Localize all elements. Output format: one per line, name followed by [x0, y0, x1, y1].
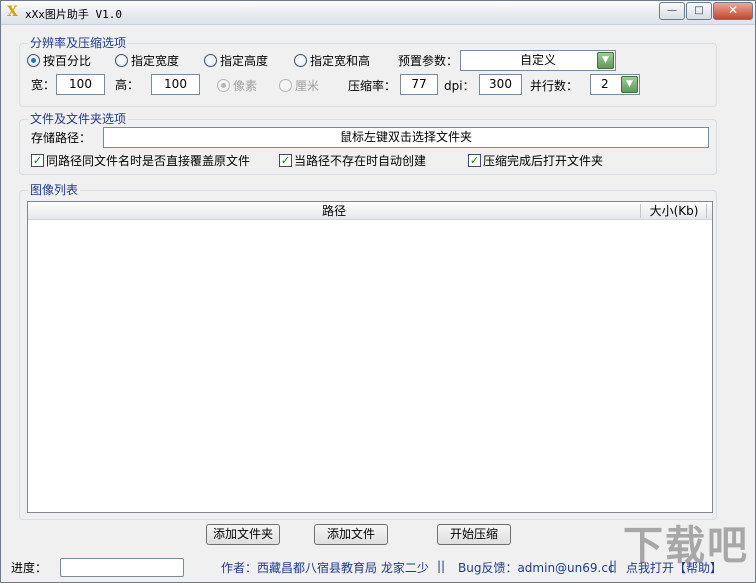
bug-report-link[interactable]: Bug反馈：admin@un69.cc: [458, 559, 615, 576]
listview-header: 路径 大小(Kb): [28, 202, 712, 220]
save-path-input[interactable]: 鼠标左键双击选择文件夹: [103, 127, 709, 148]
radio-width-height-dot: [294, 54, 307, 67]
column-header-path[interactable]: 路径: [28, 202, 640, 220]
radio-unit-pixel-dot: [217, 79, 230, 92]
checkmark-icon: ✓: [279, 154, 292, 167]
minimize-button[interactable]: —: [659, 2, 685, 20]
parallel-value: 2: [601, 77, 609, 91]
checkmark-icon: ✓: [468, 154, 481, 167]
compression-label: 压缩率：: [348, 79, 397, 93]
radio-unit-cm-dot: [279, 79, 292, 92]
radio-height[interactable]: 指定高度: [204, 54, 268, 68]
preset-label: 预置参数：: [398, 54, 459, 68]
compression-input[interactable]: 77: [400, 74, 438, 95]
progress-bar: [60, 558, 184, 577]
radio-unit-pixel-label: 像素: [233, 79, 258, 93]
radio-unit-cm[interactable]: 厘米: [279, 79, 319, 93]
radio-percent[interactable]: 按百分比: [27, 54, 91, 68]
radio-height-dot: [204, 54, 217, 67]
preset-value: 自定义: [519, 53, 556, 67]
radio-width-label: 指定宽度: [131, 54, 180, 68]
close-button[interactable]: ✕: [713, 2, 753, 20]
height-label: 高：: [115, 78, 140, 92]
parallel-select[interactable]: 2 ▼: [590, 74, 640, 95]
radio-unit-cm-label: 厘米: [295, 79, 320, 93]
add-folder-button[interactable]: 添加文件夹: [206, 524, 280, 545]
radio-width-height[interactable]: 指定宽和高: [294, 54, 370, 68]
dpi-input[interactable]: 300: [479, 74, 522, 95]
auto-create-label: 当路径不存在时自动创建: [294, 154, 427, 168]
height-input[interactable]: 100: [151, 74, 200, 95]
radio-percent-dot: [27, 54, 40, 67]
chevron-down-icon[interactable]: ▼: [621, 76, 638, 93]
radio-width[interactable]: 指定宽度: [115, 54, 179, 68]
dpi-label: dpi：: [444, 79, 475, 93]
watermark-logo: 下载吧: [623, 523, 749, 569]
radio-percent-label: 按百分比: [43, 54, 92, 68]
footer-separator: ||: [437, 559, 446, 573]
radio-width-dot: [115, 54, 128, 67]
author-text: 作者：西藏昌都八宿县教育局 龙家二少: [221, 561, 429, 575]
add-file-button[interactable]: 添加文件: [314, 524, 388, 545]
image-listview[interactable]: 路径 大小(Kb): [27, 201, 713, 513]
parallel-label: 并行数：: [530, 79, 579, 93]
radio-unit-pixel[interactable]: 像素: [217, 79, 257, 93]
start-compress-button[interactable]: 开始压缩: [437, 524, 511, 545]
image-list-legend: 图像列表: [28, 183, 81, 197]
width-label: 宽：: [31, 78, 56, 92]
folder-group-legend: 文件及文件夹选项: [28, 112, 129, 126]
app-logo-icon: X: [7, 4, 18, 20]
chevron-down-icon[interactable]: ▼: [597, 52, 614, 69]
column-divider[interactable]: [706, 204, 707, 218]
overwrite-label: 同路径同文件名时是否直接覆盖原文件: [46, 154, 251, 168]
radio-width-height-label: 指定宽和高: [310, 54, 371, 68]
resolution-group-legend: 分辨率及压缩选项: [28, 36, 129, 50]
column-header-size[interactable]: 大小(Kb): [642, 202, 706, 220]
column-divider[interactable]: [640, 204, 641, 218]
preset-select[interactable]: 自定义 ▼: [460, 50, 616, 71]
window-title: xXx图片助手 V1.0: [25, 8, 122, 21]
checkmark-icon: ✓: [31, 154, 44, 167]
radio-height-label: 指定高度: [220, 54, 269, 68]
width-input[interactable]: 100: [56, 74, 105, 95]
auto-create-checkbox[interactable]: ✓ 当路径不存在时自动创建: [279, 154, 426, 168]
maximize-button[interactable]: □: [686, 2, 712, 20]
save-path-label: 存储路径：: [31, 131, 92, 145]
app-window: X xXx图片助手 V1.0 — □ ✕ 分辨率及压缩选项 按百分比 指定宽度 …: [0, 0, 756, 583]
open-folder-checkbox[interactable]: ✓ 压缩完成后打开文件夹: [468, 154, 603, 168]
progress-label: 进度：: [11, 561, 48, 575]
title-bar[interactable]: X xXx图片助手 V1.0 — □ ✕: [1, 1, 755, 25]
overwrite-checkbox[interactable]: ✓ 同路径同文件名时是否直接覆盖原文件: [31, 154, 250, 168]
open-folder-label: 压缩完成后打开文件夹: [483, 154, 604, 168]
